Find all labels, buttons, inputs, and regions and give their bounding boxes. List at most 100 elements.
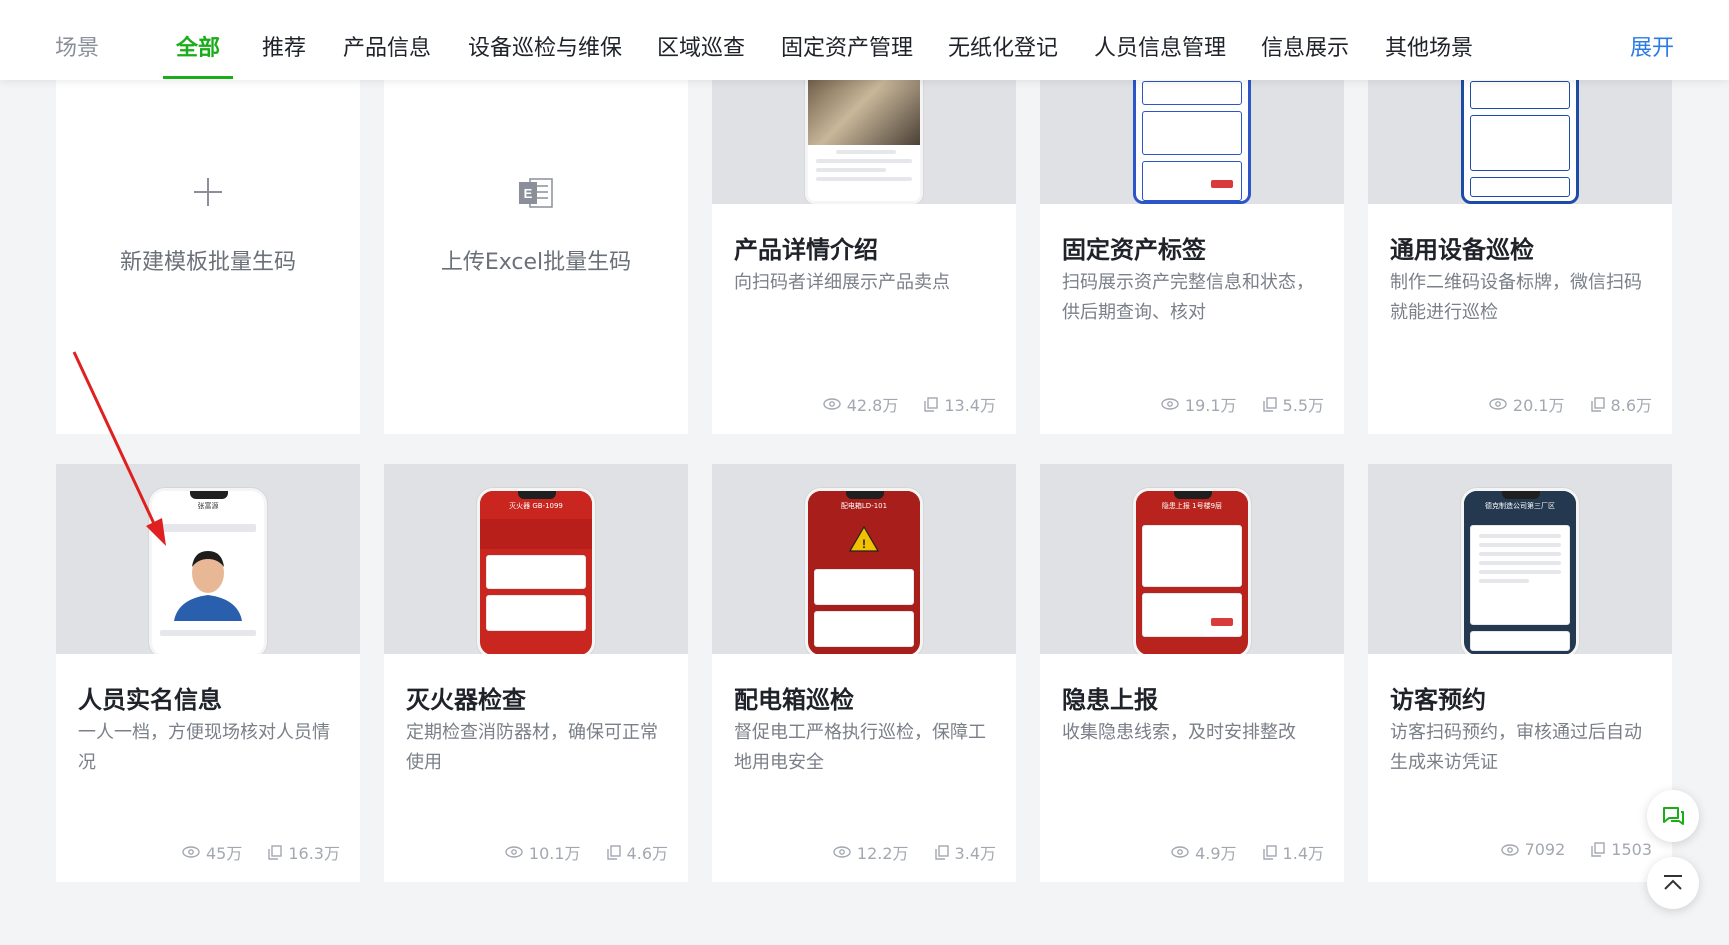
svg-text:E: E bbox=[524, 186, 533, 201]
card-stats: 20.1万 8.6万 bbox=[1489, 392, 1652, 416]
copy-count: 1.4万 bbox=[1282, 844, 1324, 863]
nav-section-label: 场景 bbox=[55, 36, 100, 61]
svg-text:!: ! bbox=[862, 537, 866, 551]
template-card-fire-extinguisher[interactable]: 灭火器 GB-1099 灭火器检查 定期检查消防器材，确保可正常使用 10.1万… bbox=[384, 464, 688, 882]
phone-header: 隐患上报 1号楼9层 bbox=[1136, 491, 1248, 519]
phone-mockup: 灭火器 GB-1099 bbox=[477, 488, 595, 654]
back-to-top-icon bbox=[1664, 875, 1682, 890]
card-description: 向扫码者详细展示产品卖点 bbox=[734, 272, 950, 293]
scene-nav-bar: 场景 全部 推荐 产品信息 设备巡检与维保 区域巡查 固定资产管理 无纸化登记 … bbox=[0, 0, 1729, 80]
upload-excel-card[interactable]: E 上传Excel批量生码 bbox=[384, 80, 688, 434]
card-description: 制作二维码设备标牌，微信扫码就能进行巡检 bbox=[1390, 272, 1642, 323]
card-thumbnail: 张富源 bbox=[56, 464, 360, 654]
active-tab-indicator bbox=[163, 76, 233, 79]
plus-icon bbox=[194, 178, 222, 206]
tab-all[interactable]: 全部 bbox=[176, 30, 220, 62]
copy-count: 13.4万 bbox=[944, 396, 996, 415]
phone-mockup: 张富源 bbox=[149, 488, 267, 654]
view-count: 7092 bbox=[1524, 840, 1566, 859]
card-title: 灭火器检查 bbox=[406, 686, 526, 714]
card-title: 隐患上报 bbox=[1062, 686, 1158, 714]
copy-icon bbox=[1591, 842, 1605, 857]
copy-icon bbox=[934, 844, 949, 860]
copy-count: 8.6万 bbox=[1610, 396, 1652, 415]
eye-icon bbox=[1161, 398, 1179, 410]
card-stats: 4.9万 1.4万 bbox=[1171, 840, 1324, 864]
phone-header: 配电箱LD-101 bbox=[808, 491, 920, 519]
card-thumbnail bbox=[1368, 80, 1672, 204]
view-count: 12.2万 bbox=[856, 844, 909, 863]
create-template-card[interactable]: 新建模板批量生码 bbox=[56, 80, 360, 434]
card-description: 定期检查消防器材，确保可正常使用 bbox=[406, 722, 658, 773]
phone-mockup bbox=[1133, 80, 1251, 204]
create-template-label: 新建模板批量生码 bbox=[119, 250, 296, 275]
view-count: 4.9万 bbox=[1195, 844, 1237, 863]
card-description: 一人一档，方便现场核对人员情况 bbox=[78, 722, 330, 773]
chat-button[interactable] bbox=[1647, 790, 1699, 842]
card-thumbnail bbox=[1040, 80, 1344, 204]
eye-icon bbox=[823, 398, 841, 410]
tab-other-scenes[interactable]: 其他场景 bbox=[1385, 30, 1473, 62]
template-card-hazard-report[interactable]: 隐患上报 1号楼9层 隐患上报 收集隐患线索，及时安排整改 4.9万 1.4万 bbox=[1040, 464, 1344, 882]
expand-tabs-button[interactable]: 展开 bbox=[1630, 30, 1674, 62]
phone-mockup: 配电箱LD-101 ! bbox=[805, 488, 923, 654]
card-thumbnail: 德克制造公司第三厂区 bbox=[1368, 464, 1672, 654]
template-card-product-detail[interactable]: 产品详情介绍 向扫码者详细展示产品卖点 42.8万 13.4万 bbox=[712, 80, 1016, 434]
eye-icon bbox=[1489, 398, 1507, 410]
card-description: 督促电工严格执行巡检，保障工地用电安全 bbox=[734, 722, 986, 773]
eye-icon bbox=[1500, 843, 1519, 856]
phone-header: 德克制造公司第三厂区 bbox=[1464, 491, 1576, 519]
card-description: 扫码展示资产完整信息和状态，供后期查询、核对 bbox=[1062, 272, 1314, 323]
tab-fixed-assets[interactable]: 固定资产管理 bbox=[781, 30, 913, 62]
tab-paperless-registration[interactable]: 无纸化登记 bbox=[948, 30, 1058, 62]
card-stats: 42.8万 13.4万 bbox=[823, 392, 996, 416]
template-card-distribution-box[interactable]: 配电箱LD-101 ! 配电箱巡检 督促电工严格执行巡检，保障工地用电安全 12… bbox=[712, 464, 1016, 882]
card-title: 人员实名信息 bbox=[78, 686, 222, 714]
tab-info-display[interactable]: 信息展示 bbox=[1261, 30, 1349, 62]
tab-area-patrol[interactable]: 区域巡查 bbox=[657, 30, 745, 62]
template-card-fixed-asset-label[interactable]: 固定资产标签 扫码展示资产完整信息和状态，供后期查询、核对 19.1万 5.5万 bbox=[1040, 80, 1344, 434]
upload-excel-label: 上传Excel批量生码 bbox=[440, 250, 632, 275]
copy-count: 4.6万 bbox=[626, 844, 668, 863]
card-thumbnail: 灭火器 GB-1099 bbox=[384, 464, 688, 654]
copy-icon bbox=[1590, 396, 1605, 412]
tab-recommended[interactable]: 推荐 bbox=[262, 30, 306, 62]
eye-icon bbox=[182, 846, 200, 858]
view-count: 19.1万 bbox=[1184, 396, 1237, 415]
phone-mockup: 隐患上报 1号楼9层 bbox=[1133, 488, 1251, 654]
card-title: 固定资产标签 bbox=[1062, 236, 1206, 264]
card-thumbnail: 配电箱LD-101 ! bbox=[712, 464, 1016, 654]
phone-mockup: 德克制造公司第三厂区 bbox=[1461, 488, 1579, 654]
copy-icon bbox=[924, 396, 939, 412]
tab-product-info[interactable]: 产品信息 bbox=[343, 30, 431, 62]
phone-header: 张富源 bbox=[152, 491, 264, 519]
template-card-personnel-real-name[interactable]: 张富源 人员实名信息 一人一档，方便现场核对人员情况 45万 16.3万 bbox=[56, 464, 360, 882]
tab-personnel-info[interactable]: 人员信息管理 bbox=[1094, 30, 1226, 62]
copy-icon bbox=[1262, 396, 1277, 412]
template-card-visitor-booking[interactable]: 德克制造公司第三厂区 访客预约 访客扫码预约，审核通过后自动生成来访凭证 709… bbox=[1368, 464, 1672, 882]
card-title: 配电箱巡检 bbox=[734, 686, 854, 714]
card-thumbnail bbox=[712, 80, 1016, 204]
view-count: 42.8万 bbox=[846, 396, 899, 415]
phone-mockup bbox=[805, 80, 923, 204]
template-card-equipment-inspection[interactable]: 通用设备巡检 制作二维码设备标牌，微信扫码就能进行巡检 20.1万 8.6万 bbox=[1368, 80, 1672, 434]
copy-icon bbox=[1262, 844, 1277, 860]
phone-header: 灭火器 GB-1099 bbox=[480, 491, 592, 519]
card-stats: 45万 16.3万 bbox=[182, 840, 340, 864]
card-title: 通用设备巡检 bbox=[1390, 236, 1534, 264]
eye-icon bbox=[833, 846, 851, 858]
card-title: 访客预约 bbox=[1390, 686, 1486, 714]
eye-icon bbox=[505, 846, 523, 858]
card-stats: 19.1万 5.5万 bbox=[1161, 392, 1324, 416]
card-stats: 10.1万 4.6万 bbox=[505, 840, 668, 864]
card-stats: 7092 1503 bbox=[1500, 840, 1652, 859]
copy-count: 16.3万 bbox=[288, 844, 340, 863]
tab-equipment-inspection[interactable]: 设备巡检与维保 bbox=[468, 30, 622, 62]
card-thumbnail: 隐患上报 1号楼9层 bbox=[1040, 464, 1344, 654]
copy-count: 3.4万 bbox=[954, 844, 996, 863]
card-description: 收集隐患线索，及时安排整改 bbox=[1062, 722, 1296, 743]
person-photo bbox=[152, 537, 264, 621]
back-to-top-button[interactable] bbox=[1647, 857, 1699, 909]
warning-icon: ! bbox=[848, 525, 880, 552]
card-description: 访客扫码预约，审核通过后自动生成来访凭证 bbox=[1390, 722, 1642, 773]
